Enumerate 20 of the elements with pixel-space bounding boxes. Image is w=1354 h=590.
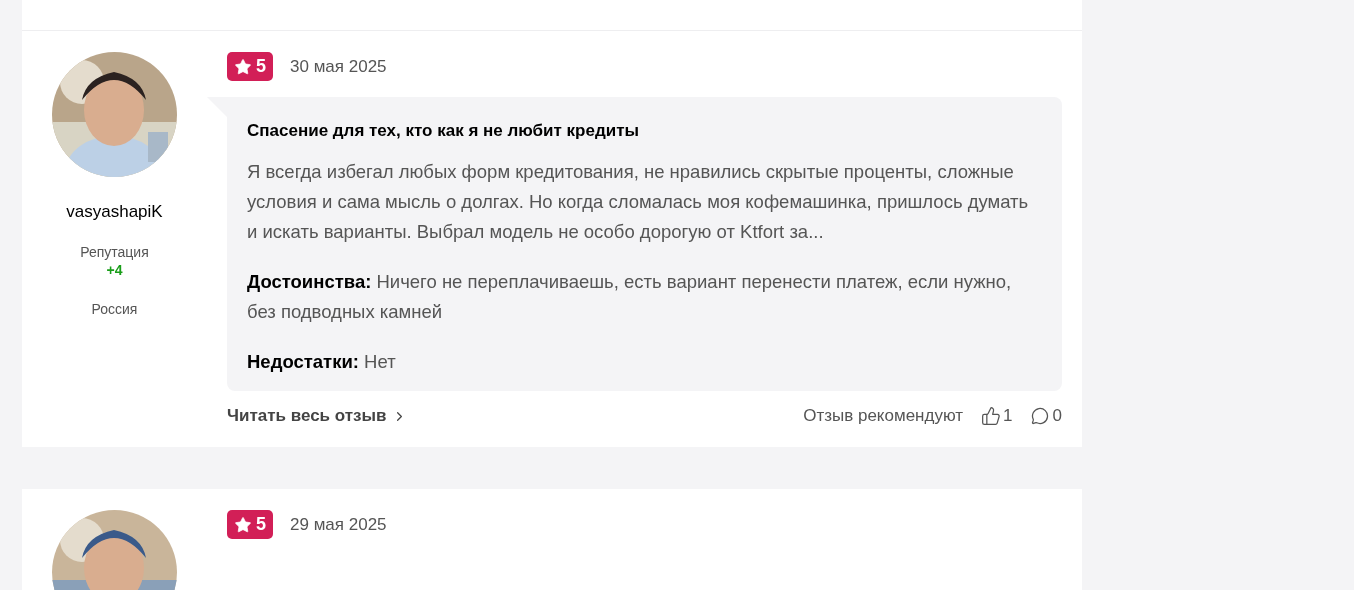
rating-badge: 5	[227, 52, 273, 81]
recommend-label: Отзыв рекомендуют	[803, 405, 964, 428]
review-title: Спасение для тех, кто как я не любит кредиты	[247, 120, 641, 142]
review-cons: Недостатки: Нет	[247, 350, 397, 374]
rating-badge: 5	[227, 510, 273, 539]
speech-bubble-icon	[1030, 407, 1049, 425]
author-country: Россия	[91, 299, 138, 319]
review-date: 29 мая 2025	[290, 513, 387, 536]
review-pros: Достоинства: Ничего не переплачиваешь, есть вариант перенести платеж, если нужно, без подводных камней	[247, 270, 1013, 324]
author-name[interactable]: vasyashapiK	[66, 199, 163, 225]
comments-button[interactable]: 0	[1030, 403, 1062, 429]
thumbs-up-icon	[981, 406, 1002, 426]
star-icon	[234, 57, 252, 76]
like-button[interactable]: 1	[981, 403, 1013, 429]
read-full-review-link[interactable]: Читать весь отзыв	[227, 403, 408, 429]
star-icon	[234, 515, 252, 534]
review-date: 30 мая 2025	[290, 55, 387, 78]
reputation-label: Репутация	[80, 242, 149, 261]
review-text: Я всегда избегал любых форм кредитования, не нравились скрытые проценты, сложные условия и сама мысль о долгах. Но когда сломалась моя кофемашинка, пришлось думать и искать варианты. Выбрал модель не особо дорогую от Ktfort за...	[247, 160, 1030, 244]
reputation-value: +4	[106, 260, 123, 279]
